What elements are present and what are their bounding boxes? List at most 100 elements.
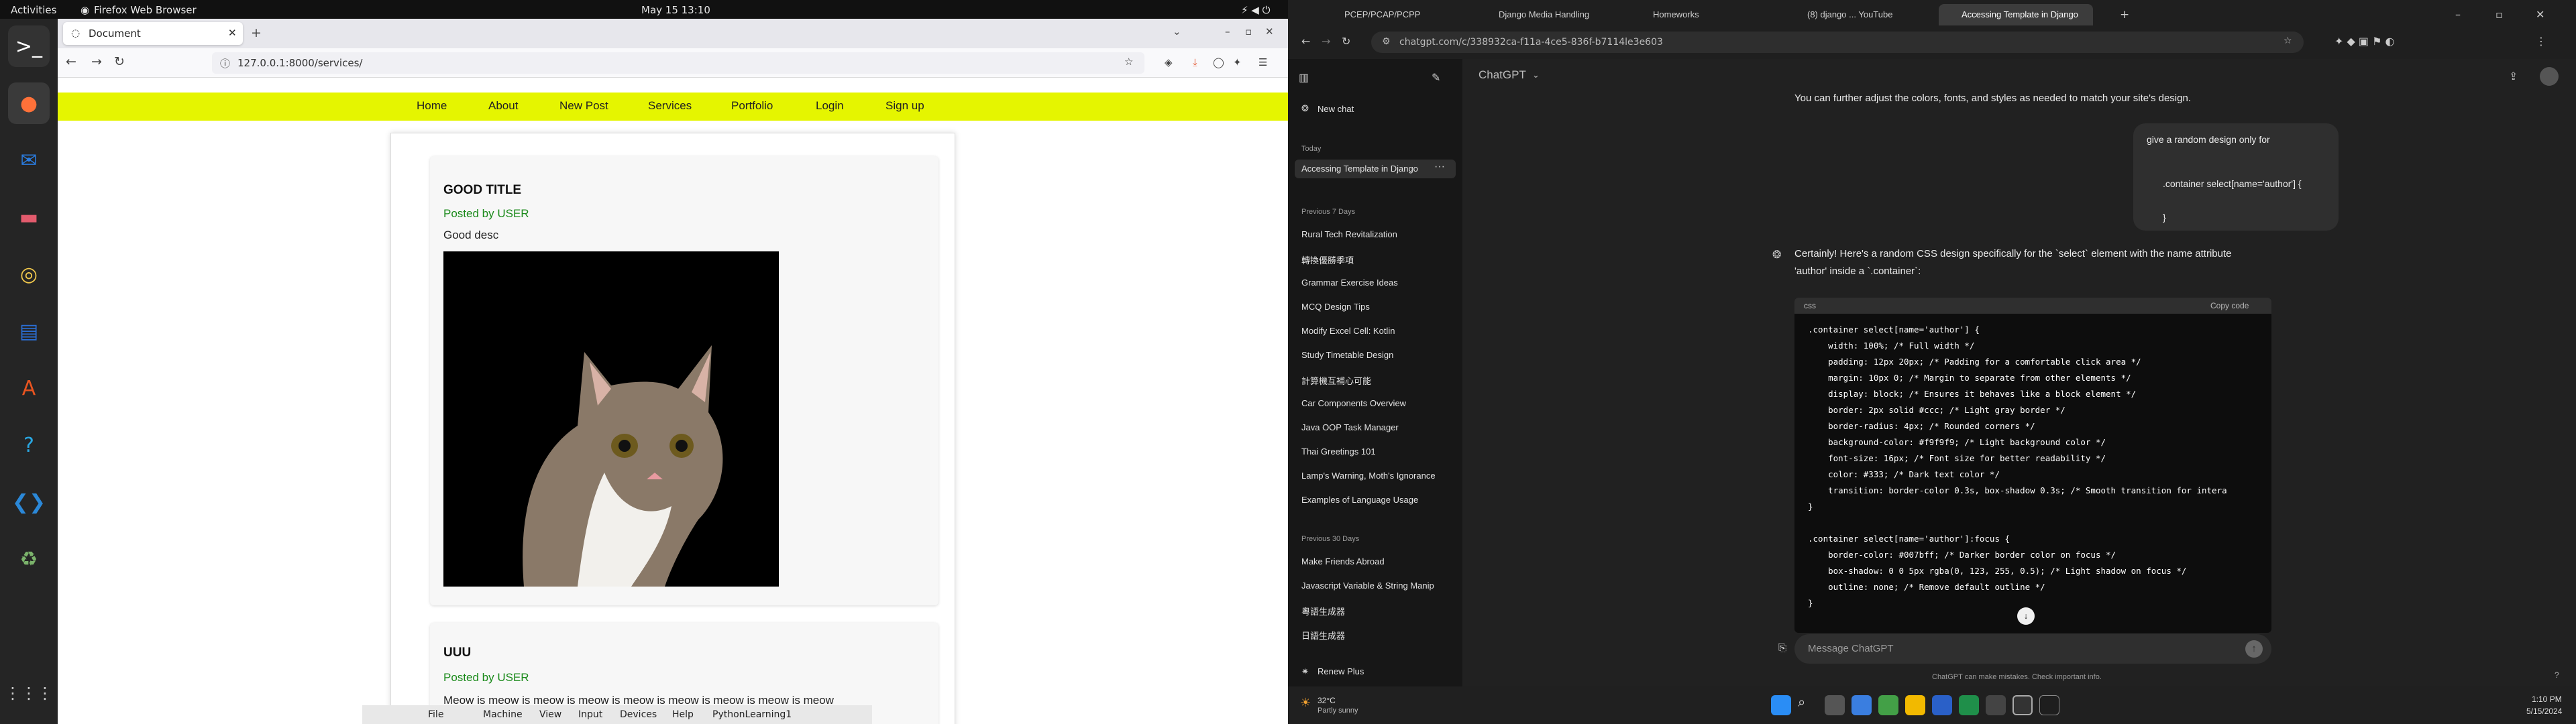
chat-item[interactable]: 計算機互補心可能 (1301, 374, 1449, 387)
devices-menu[interactable]: Devices (620, 709, 657, 720)
extensions-icon[interactable]: ✦ (1233, 56, 1242, 68)
close-window-button[interactable]: ✕ (2536, 8, 2544, 21)
reload-icon[interactable]: ↻ (1342, 35, 1350, 48)
message-input[interactable]: ⎘ Message ChatGPT ↑ (1778, 634, 2271, 664)
close-window-button[interactable]: ✕ (1265, 25, 1274, 38)
task-view-icon[interactable] (1825, 695, 1845, 715)
trash-icon[interactable]: ♻ (8, 538, 50, 580)
view-menu[interactable]: View (539, 709, 561, 720)
chat-item[interactable]: Car Components Overview (1301, 398, 1449, 408)
file-explorer-icon[interactable] (1905, 695, 1925, 715)
rhythmbox-icon[interactable]: ◎ (8, 253, 50, 295)
minimize-button[interactable]: – (1225, 25, 1230, 38)
file-menu[interactable]: File (428, 709, 443, 720)
tab-django-media[interactable]: Django Media Handling (1476, 4, 1623, 25)
chat-item[interactable]: Make Friends Abroad (1301, 556, 1449, 566)
site-info-icon[interactable]: ⚙ (1382, 36, 1391, 47)
chat-item[interactable]: MCQ Design Tips (1301, 302, 1449, 312)
address-bar[interactable]: ⚙ chatgpt.com/c/338932ca-f11a-4ce5-836f-… (1371, 32, 2304, 53)
start-icon[interactable] (1771, 695, 1791, 715)
chat-item[interactable]: Lamp's Warning, Moth's Ignorance (1301, 471, 1449, 481)
sidebar-toggle-icon[interactable]: ▥ (1299, 71, 1309, 84)
chrome-menu-icon[interactable]: ⋮ (2536, 35, 2546, 48)
chat-item[interactable]: Modify Excel Cell: Kotlin (1301, 326, 1449, 336)
nav-login[interactable]: Login (816, 99, 844, 113)
bookmark-star-icon[interactable]: ☆ (2284, 36, 2292, 46)
tray-date[interactable]: 5/15/2024 (2526, 707, 2562, 716)
nav-about[interactable]: About (488, 99, 518, 113)
pocket-icon[interactable]: ◈ (1165, 56, 1173, 68)
clock[interactable]: May 15 13:10 (641, 4, 710, 16)
help-icon[interactable]: ? (2555, 670, 2559, 680)
bookmark-star-icon[interactable]: ☆ (1124, 56, 1133, 68)
chevron-down-icon[interactable]: ⌄ (1173, 25, 1181, 38)
back-icon[interactable]: ← (1301, 35, 1310, 48)
tab-chatgpt[interactable]: Accessing Template in Django (1939, 4, 2093, 25)
new-chat-button[interactable]: New chat (1318, 104, 1465, 114)
send-button[interactable]: ↑ (2245, 640, 2263, 658)
url-bar[interactable]: ⓘ 127.0.0.1:8000/services/ ☆ (212, 52, 1144, 74)
help-menu[interactable]: Help (672, 709, 694, 720)
maximize-button[interactable]: ▫ (2496, 8, 2503, 21)
copy-code-button[interactable]: Copy code (2210, 301, 2249, 310)
chrome-icon[interactable] (1878, 695, 1898, 715)
writer-icon[interactable]: ▤ (8, 310, 50, 352)
share-icon[interactable]: ⇪ (2509, 70, 2518, 83)
nav-services[interactable]: Services (648, 99, 692, 113)
extensions-icon[interactable]: ✦ ◆ ▣ ⚑ ◐ (2334, 35, 2394, 48)
forward-icon[interactable]: → (91, 54, 102, 69)
tab-youtube[interactable]: (8) django ... YouTube (1784, 4, 1932, 25)
vm-name[interactable]: PythonLearning1 (712, 709, 792, 720)
attach-icon[interactable]: ⎘ (1778, 642, 1786, 654)
chat-item[interactable]: Accessing Template in Django (1301, 164, 1422, 174)
scroll-down-button[interactable]: ↓ (2017, 607, 2035, 625)
new-tab-button[interactable]: + (2120, 8, 2129, 21)
files-icon[interactable]: ▬ (8, 196, 50, 238)
outlook-icon[interactable] (1932, 695, 1952, 715)
system-tray-icon[interactable]: ⚡ ◀ ⏻ (1241, 4, 1270, 16)
account-icon[interactable]: ◯ (1213, 56, 1224, 68)
nav-sign-up[interactable]: Sign up (885, 99, 924, 113)
nav-new-post[interactable]: New Post (559, 99, 608, 113)
chat-item[interactable]: Javascript Variable & String Manip (1301, 581, 1449, 591)
new-tab-button[interactable]: + (251, 25, 262, 40)
activities-button[interactable]: Activities (11, 4, 56, 16)
downloads-icon[interactable]: ⤓ (1193, 56, 1197, 68)
media-player-icon[interactable] (1986, 695, 2006, 715)
nav-portfolio[interactable]: Portfolio (731, 99, 773, 113)
forward-icon[interactable]: → (1322, 35, 1330, 48)
page-info-icon[interactable]: ⓘ (220, 56, 230, 70)
machine-menu[interactable]: Machine (483, 709, 523, 720)
close-icon[interactable]: ✕ (228, 27, 237, 39)
app-center-icon[interactable]: A (8, 367, 50, 409)
tab-document[interactable]: ◌ Document ✕ (63, 22, 243, 45)
weather-temp[interactable]: 32°C (1318, 696, 1336, 705)
edge-icon[interactable] (1851, 695, 1872, 715)
vscode-icon[interactable]: ❮❯ (8, 481, 50, 523)
back-icon[interactable]: ← (66, 54, 76, 69)
chat-item[interactable]: Grammar Exercise Ideas (1301, 278, 1449, 288)
menu-icon[interactable]: ☰ (1258, 56, 1267, 68)
chat-item[interactable]: 日語生成器 (1301, 629, 1449, 642)
maximize-button[interactable]: ▫ (1245, 25, 1252, 38)
chat-item[interactable]: 轉換優勝季項 (1301, 253, 1449, 266)
search-icon[interactable]: ⌕ (1798, 695, 1818, 715)
weather-desc[interactable]: Partly sunny (1318, 707, 1358, 715)
thunderbird-icon[interactable]: ✉ (8, 139, 50, 181)
edit-icon[interactable]: ✎ (1432, 71, 1440, 84)
chat-item[interactable]: Java OOP Task Manager (1301, 422, 1449, 432)
chat-item[interactable]: Rural Tech Revitalization (1301, 229, 1449, 239)
excel-icon[interactable] (1959, 695, 1979, 715)
input-menu[interactable]: Input (578, 709, 602, 720)
show-apps-icon[interactable]: ⋮⋮⋮ (5, 672, 53, 714)
terminal-icon[interactable]: >_ (8, 25, 50, 67)
tray-time[interactable]: 1:10 PM (2532, 695, 2562, 704)
chat-item[interactable]: Examples of Language Usage (1301, 495, 1449, 505)
weather-icon[interactable]: ☀ (1300, 696, 1311, 710)
minimize-button[interactable]: – (2455, 8, 2461, 21)
firefox-icon[interactable]: ● (8, 82, 50, 124)
tab-homeworks[interactable]: Homeworks (1630, 4, 1778, 25)
chat-item[interactable]: 粵語生成器 (1301, 605, 1449, 617)
renew-plus-button[interactable]: Renew Plus (1318, 666, 1465, 676)
help-icon[interactable]: ? (8, 424, 50, 466)
